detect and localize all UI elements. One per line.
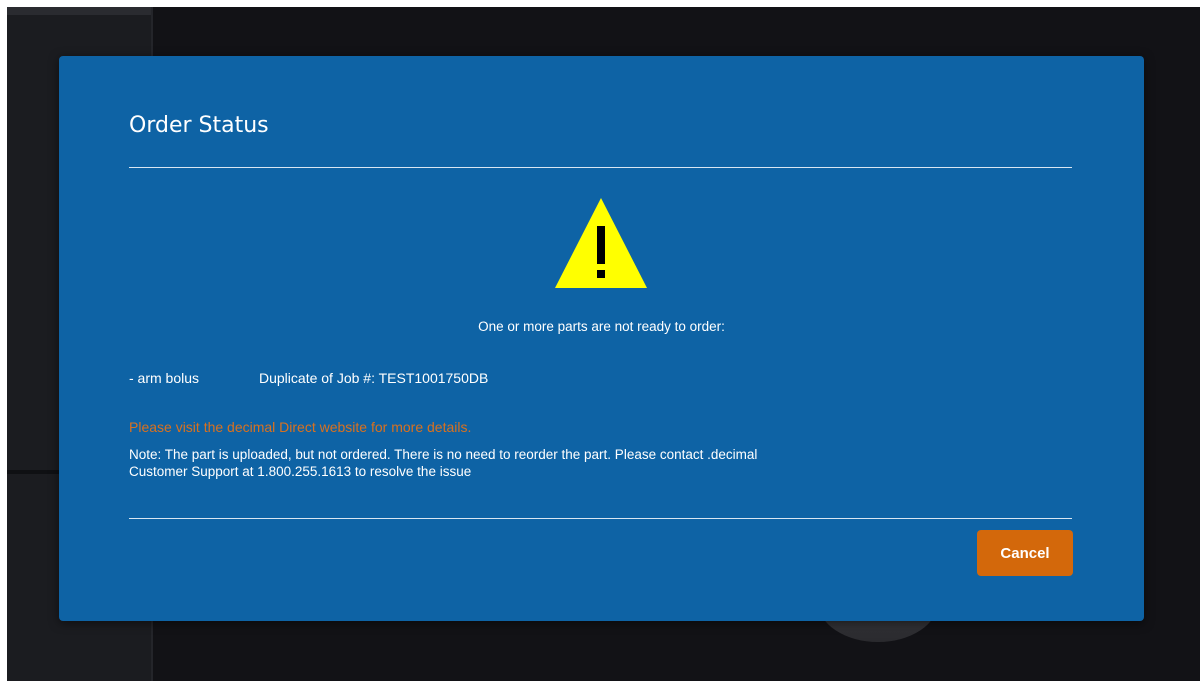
warning-triangle-icon: [555, 198, 647, 288]
not-ready-message: One or more parts are not ready to order…: [478, 319, 725, 334]
part-item: - arm bolus Duplicate of Job #: TEST10017…: [129, 370, 488, 386]
order-status-dialog: Order Status One or more parts are not r…: [59, 56, 1144, 621]
support-note-line-1: Note: The part is uploaded, but not orde…: [129, 447, 758, 462]
cancel-button[interactable]: Cancel: [977, 530, 1073, 576]
footer-divider: [129, 518, 1072, 519]
visit-website-link[interactable]: Please visit the decimal Direct website …: [129, 419, 471, 435]
left-panel-top-strip: [7, 7, 151, 15]
support-note-line-2: Customer Support at 1.800.255.1613 to re…: [129, 464, 472, 479]
title-divider: [129, 167, 1072, 168]
part-name: - arm bolus: [129, 370, 200, 386]
part-duplicate-detail: Duplicate of Job #: TEST1001750DB: [259, 370, 489, 386]
support-note: Note: The part is uploaded, but not orde…: [129, 446, 1029, 480]
dialog-title: Order Status: [129, 113, 269, 138]
